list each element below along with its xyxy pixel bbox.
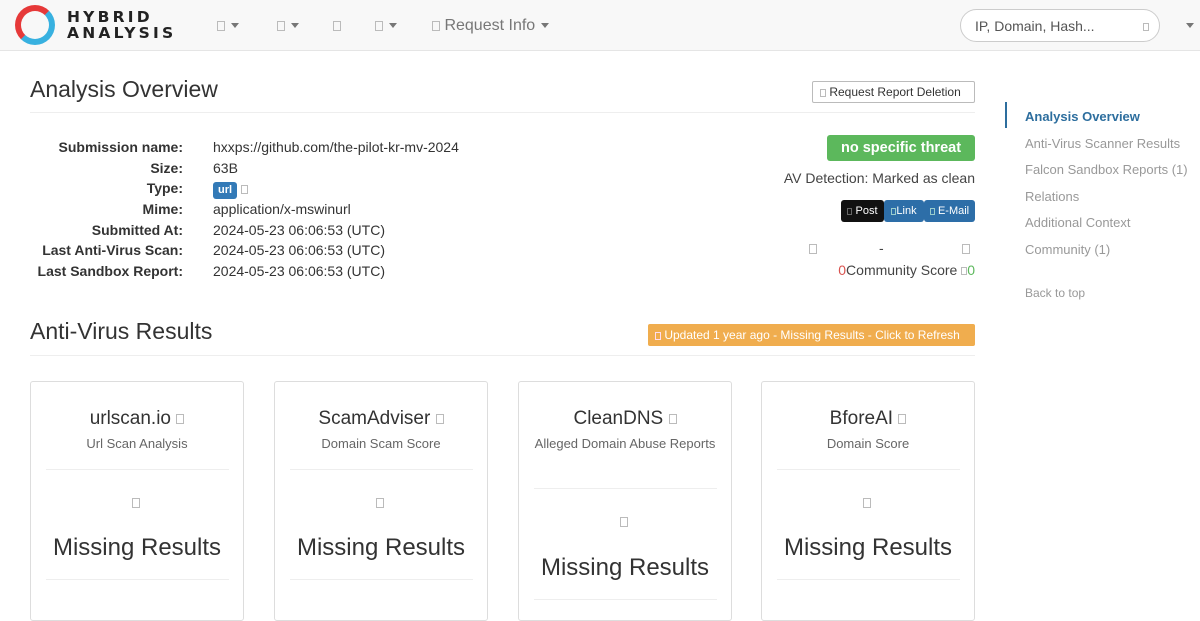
info-icon[interactable]	[435, 413, 444, 424]
refresh-icon	[655, 331, 661, 340]
nav-menu-1[interactable]	[217, 16, 239, 36]
logo-line2: ANALYSIS	[67, 24, 177, 42]
info-icon[interactable]	[898, 413, 907, 424]
community-vote-dash: -	[879, 240, 884, 256]
info-icon[interactable]	[176, 413, 185, 424]
divider	[46, 579, 229, 580]
menu-icon	[217, 20, 225, 31]
nav-menu-3[interactable]	[333, 16, 341, 36]
divider	[30, 112, 975, 113]
request-info-label: Request Info	[444, 17, 536, 34]
community-score-label: Community Score	[846, 262, 958, 278]
av-card-title: ScamAdviser	[318, 408, 431, 429]
info-icon	[432, 20, 440, 31]
sidebar-item-anti-virus-scanner-results[interactable]: Anti-Virus Scanner Results	[1025, 136, 1180, 151]
request-report-deletion-label: Request Report Deletion	[829, 85, 961, 99]
divider	[534, 488, 717, 489]
mail-icon	[929, 207, 935, 215]
av-card-cleandns: CleanDNS Alleged Domain Abuse Reports Mi…	[518, 381, 732, 621]
anti-virus-results-title: Anti-Virus Results	[30, 318, 213, 344]
post-button[interactable]: Post	[841, 200, 884, 222]
av-card-result: Missing Results	[783, 534, 953, 561]
sidebar-item-falcon-sandbox-reports[interactable]: Falcon Sandbox Reports (1)	[1025, 162, 1188, 177]
divider	[30, 355, 975, 356]
search-box	[960, 9, 1160, 42]
logo-ring-icon	[15, 5, 55, 45]
av-card-subtitle: Alleged Domain Abuse Reports	[534, 436, 716, 451]
av-card-subtitle: Domain Score	[826, 436, 910, 451]
thumbs-up-icon[interactable]	[962, 244, 970, 254]
logo-line1: HYBRID	[67, 8, 153, 26]
caret-down-icon	[1186, 23, 1194, 29]
av-card-title: BforeAI	[829, 408, 894, 429]
thumbs-down-icon[interactable]	[809, 244, 817, 254]
av-card-title: CleanDNS	[573, 408, 664, 429]
caret-down-icon	[389, 23, 397, 29]
nav-request-info[interactable]: Request Info	[432, 16, 550, 36]
av-card-subtitle: Domain Scam Score	[321, 436, 441, 451]
av-card-result: Missing Results	[540, 554, 710, 581]
av-card-urlscan: urlscan.io Url Scan Analysis Missing Res…	[30, 381, 244, 621]
divider	[290, 579, 473, 580]
back-to-top-link[interactable]: Back to top	[1025, 286, 1085, 300]
type-badge: url	[213, 182, 238, 200]
divider	[290, 469, 473, 470]
search-icon[interactable]	[1143, 23, 1149, 31]
nav-menu-4[interactable]	[375, 16, 397, 36]
email-button[interactable]: E-Mail	[924, 200, 975, 222]
av-card-result: Missing Results	[52, 534, 222, 561]
sidebar-item-relations[interactable]: Relations	[1025, 189, 1079, 204]
top-navbar: HYBRID ANALYSIS Request Info	[0, 0, 1200, 51]
community-up-count: 0	[967, 262, 975, 278]
question-icon	[132, 498, 140, 508]
divider	[777, 469, 960, 470]
info-icon[interactable]	[240, 185, 248, 195]
av-card-subtitle: Url Scan Analysis	[86, 436, 188, 451]
sidebar-item-analysis-overview[interactable]: Analysis Overview	[1025, 109, 1140, 124]
av-card-scamadviser: ScamAdviser Domain Scam Score Missing Re…	[274, 381, 488, 621]
menu-icon	[333, 20, 341, 31]
link-button[interactable]: Link	[884, 200, 924, 222]
question-icon	[620, 517, 628, 527]
threat-verdict-badge: no specific threat	[827, 135, 975, 161]
question-icon	[376, 498, 384, 508]
sidebar-item-additional-context[interactable]: Additional Context	[1025, 215, 1131, 230]
x-icon	[847, 207, 853, 215]
caret-down-icon	[291, 23, 299, 29]
divider	[777, 579, 960, 580]
account-menu[interactable]	[1180, 16, 1194, 36]
request-report-deletion-button[interactable]: Request Report Deletion	[812, 81, 975, 103]
divider	[46, 469, 229, 470]
sidebar-active-indicator	[1005, 102, 1007, 128]
analysis-overview-title: Analysis Overview	[30, 76, 218, 102]
search-input[interactable]	[975, 16, 1135, 36]
nav-menu-2[interactable]	[277, 16, 299, 36]
menu-icon	[277, 20, 285, 31]
av-card-bforeai: BforeAI Domain Score Missing Results	[761, 381, 975, 621]
menu-icon	[375, 20, 383, 31]
hybrid-analysis-logo[interactable]: HYBRID ANALYSIS	[15, 5, 195, 45]
community-score: 0Community Score 0	[700, 262, 975, 278]
question-icon	[863, 498, 871, 508]
caret-down-icon	[231, 23, 239, 29]
sidebar-item-community[interactable]: Community (1)	[1025, 242, 1110, 257]
community-down-count: 0	[838, 262, 847, 278]
av-card-result: Missing Results	[296, 534, 466, 561]
av-card-title: urlscan.io	[89, 408, 172, 429]
refresh-results-button[interactable]: Updated 1 year ago - Missing Results - C…	[648, 324, 975, 346]
av-detection-text: AV Detection: Marked as clean	[783, 170, 975, 186]
info-icon[interactable]	[668, 413, 677, 424]
trash-icon	[820, 88, 826, 97]
caret-down-icon	[541, 23, 550, 29]
